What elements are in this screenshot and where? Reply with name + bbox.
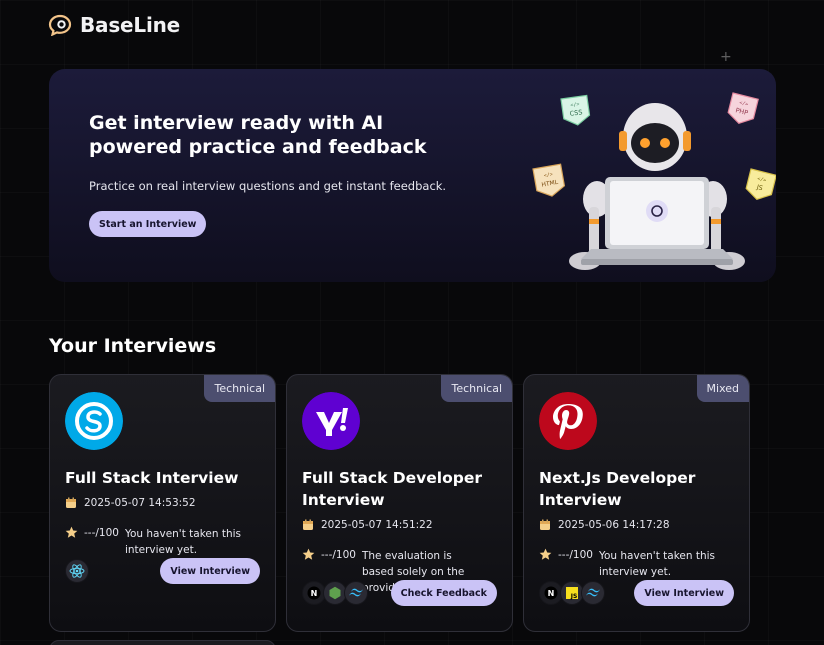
js-badge-icon: </> JS xyxy=(745,168,776,200)
interview-card: Technical Full Stack Developer Interview… xyxy=(286,374,513,632)
view-interview-button[interactable]: View Interview xyxy=(160,558,260,584)
skype-logo-icon xyxy=(65,392,123,450)
card-title: Full Stack Interview xyxy=(65,469,239,487)
calendar-icon xyxy=(540,519,550,530)
tech-stack xyxy=(65,559,89,583)
html-badge-icon: </> HTML xyxy=(532,163,566,197)
view-interview-button[interactable]: View Interview xyxy=(634,580,734,606)
interview-type-badge: Technical xyxy=(204,375,275,402)
check-feedback-button[interactable]: Check Feedback xyxy=(390,580,497,606)
svg-text:</>: </> xyxy=(570,102,580,109)
app-logo[interactable]: BaseLine xyxy=(48,13,180,37)
svg-text:N: N xyxy=(311,589,318,598)
sparkle-icon: + xyxy=(720,49,732,65)
robot-illustration: </> CSS </> PHP </> HTML </> JS xyxy=(532,92,776,270)
interview-card xyxy=(49,640,276,645)
interview-type-badge: Mixed xyxy=(696,375,749,402)
date-text: 2025-05-06 14:17:28 xyxy=(558,519,670,531)
star-icon xyxy=(539,548,552,560)
score-description: You haven't taken this interview yet. xyxy=(598,550,716,578)
svg-text:N: N xyxy=(548,589,555,598)
score-value: ---/100 xyxy=(84,527,119,539)
tailwind-icon xyxy=(344,581,368,605)
app-name: BaseLine xyxy=(80,13,181,37)
card-title: Full Stack Developer Interview xyxy=(302,469,483,509)
star-icon xyxy=(65,526,78,538)
card-title: Next.Js Developer Interview xyxy=(539,469,696,509)
score-row: ---/100 You haven't taken this interview… xyxy=(539,548,739,580)
yahoo-logo-icon xyxy=(302,392,360,450)
score-description: You haven't taken this interview yet. xyxy=(124,528,242,556)
star-icon xyxy=(302,548,315,560)
tech-stack: N JS xyxy=(539,581,605,605)
tech-stack: N xyxy=(302,581,368,605)
section-title: Your Interviews xyxy=(49,335,217,357)
date-text: 2025-05-07 14:53:52 xyxy=(84,497,196,509)
interview-type-badge: Technical xyxy=(441,375,512,402)
hero-subtitle: Practice on real interview questions and… xyxy=(89,179,447,193)
score-value: ---/100 xyxy=(558,549,593,561)
score-row: ---/100 You haven't taken this interview… xyxy=(65,526,265,558)
react-icon xyxy=(65,559,89,583)
start-interview-button[interactable]: Start an Interview xyxy=(89,211,207,237)
interview-date: 2025-05-06 14:17:28 xyxy=(539,519,670,531)
score-value: ---/100 xyxy=(321,549,356,561)
interview-date: 2025-05-07 14:51:22 xyxy=(302,519,433,531)
calendar-icon xyxy=(303,519,313,530)
interview-card: Mixed Next.Js Developer Interview 2025-0… xyxy=(523,374,750,632)
interview-card: Technical Full Stack Interview 2025-05-0… xyxy=(49,374,276,632)
pinterest-logo-icon xyxy=(539,392,597,450)
php-badge-icon: </> PHP xyxy=(727,92,759,124)
hero-title: Get interview ready with AI powered prac… xyxy=(89,112,427,158)
calendar-icon xyxy=(66,497,76,508)
date-text: 2025-05-07 14:51:22 xyxy=(321,519,433,531)
tailwind-icon xyxy=(581,581,605,605)
hero-banner: Get interview ready with AI powered prac… xyxy=(49,69,776,282)
svg-text:JS: JS xyxy=(570,593,578,600)
chat-bubble-logo-icon xyxy=(48,14,72,36)
interview-date: 2025-05-07 14:53:52 xyxy=(65,497,196,509)
css-badge-icon: </> CSS xyxy=(560,94,591,126)
